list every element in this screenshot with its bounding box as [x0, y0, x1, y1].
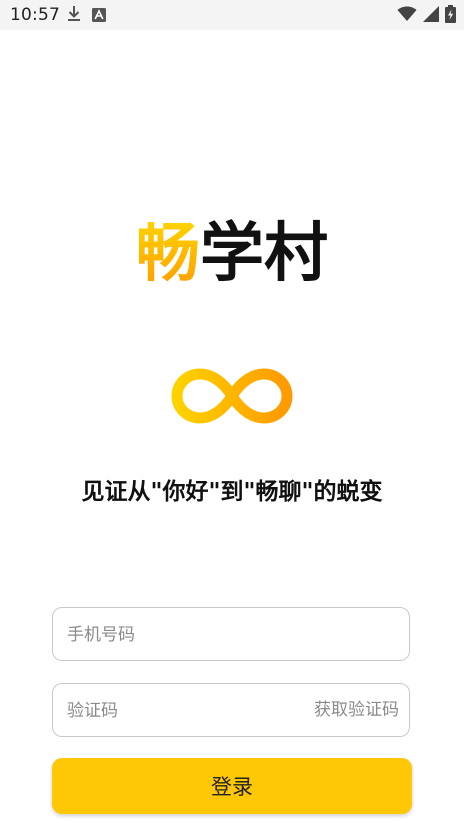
font-icon [92, 7, 106, 26]
status-bar: 10:57 [0, 0, 464, 30]
download-icon [66, 5, 82, 27]
verification-code-input[interactable] [65, 684, 299, 738]
signal-icon [423, 6, 439, 26]
login-button[interactable]: 登录 [52, 758, 412, 814]
brand-first-char: 畅 [136, 217, 200, 291]
phone-field-container [52, 607, 410, 662]
status-right-icons [397, 5, 456, 27]
phone-input[interactable] [65, 608, 299, 662]
code-field-container: 获取验证码 [52, 683, 410, 738]
get-code-button[interactable]: 获取验证码 [314, 684, 399, 736]
status-left-icons [66, 5, 106, 27]
tagline: 见证从"你好"到"畅聊"的蜕变 [81, 479, 383, 505]
status-time: 10:57 [10, 5, 60, 25]
infinity-icon [168, 366, 296, 426]
brand-rest-text: 学村 [200, 217, 328, 291]
battery-icon [445, 5, 456, 27]
wifi-icon [397, 6, 417, 26]
brand-logo-text: 畅学村 [0, 214, 464, 294]
